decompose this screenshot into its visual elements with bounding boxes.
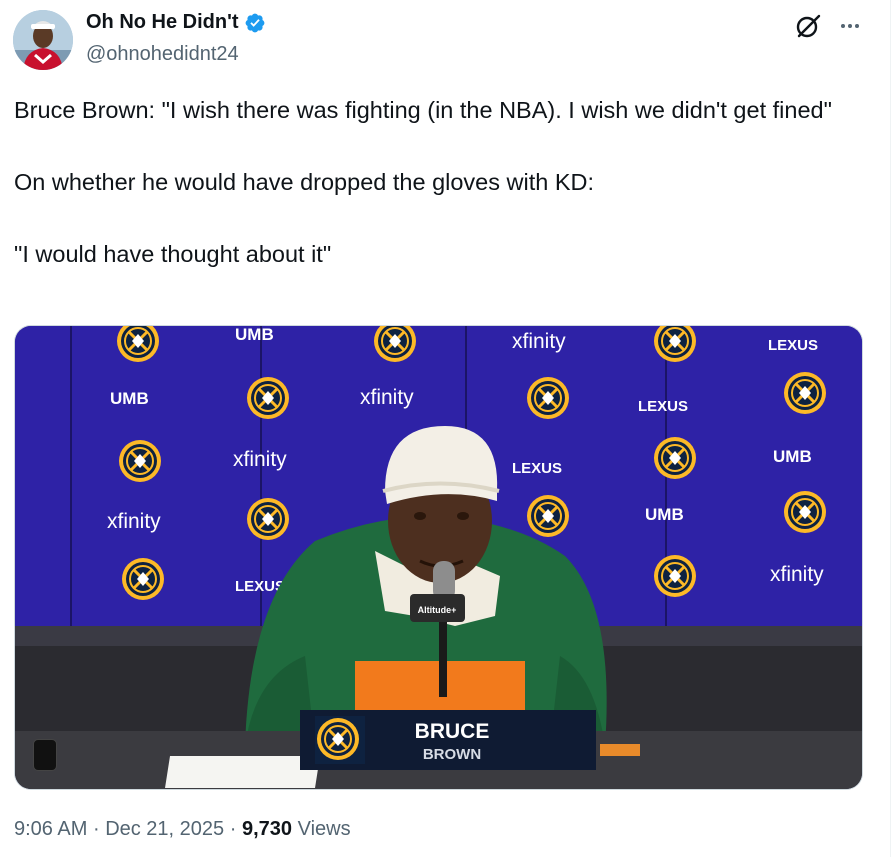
player-avatar-icon [13, 10, 73, 70]
author-avatar[interactable] [13, 10, 73, 70]
sponsor-umb: UMB [235, 326, 274, 344]
tweet-metadata: 9:06 AM · Dec 21, 2025 · 9,730 Views [14, 818, 351, 841]
tweet-paragraph: Bruce Brown: "I wish there was fighting … [14, 97, 832, 123]
sponsor-lexus: LEXUS [512, 460, 562, 477]
meta-separator: · [92, 818, 100, 840]
media-badge-icon [33, 739, 57, 771]
verified-badge-icon [245, 13, 264, 32]
mic-flag-text: Altitude+ [418, 605, 457, 615]
tweet-paragraph: "I would have thought about it" [14, 241, 332, 267]
tweet-text: Bruce Brown: "I wish there was fighting … [14, 92, 874, 272]
press-conference-photo: UMB UMB UMB UMB xfinity xfinity xfinity … [15, 326, 862, 789]
sponsor-umb: UMB [645, 505, 684, 524]
meta-separator: · [229, 818, 237, 840]
author-display-name[interactable]: Oh No He Didn't [86, 11, 239, 34]
nameplate-last-name: BROWN [423, 746, 481, 763]
sponsor-lexus: LEXUS [638, 398, 688, 415]
tweet-media-image[interactable]: UMB UMB UMB UMB xfinity xfinity xfinity … [14, 325, 863, 790]
sponsor-lexus: LEXUS [768, 337, 818, 354]
sponsor-xfinity: xfinity [770, 563, 824, 586]
grok-icon[interactable] [794, 12, 822, 40]
tweet-card: Oh No He Didn't @ohnohedidnt24 Bruce Bro… [0, 0, 891, 857]
tweet-paragraph: On whether he would have dropped the glo… [14, 169, 595, 195]
sponsor-umb: UMB [110, 389, 149, 408]
sponsor-xfinity: xfinity [360, 386, 414, 409]
sponsor-umb: UMB [773, 447, 812, 466]
views-label: Views [297, 818, 351, 840]
tweet-time[interactable]: 9:06 AM [14, 818, 87, 840]
sponsor-xfinity: xfinity [107, 510, 161, 533]
author-handle[interactable]: @ohnohedidnt24 [86, 43, 239, 66]
views-count: 9,730 [241, 818, 293, 840]
more-options-icon[interactable] [838, 14, 862, 38]
sponsor-xfinity: xfinity [512, 330, 566, 353]
sponsor-xfinity: xfinity [233, 448, 287, 471]
author-name-row[interactable]: Oh No He Didn't [86, 11, 266, 34]
nameplate-first-name: BRUCE [415, 720, 490, 743]
tweet-date[interactable]: Dec 21, 2025 [105, 818, 224, 840]
